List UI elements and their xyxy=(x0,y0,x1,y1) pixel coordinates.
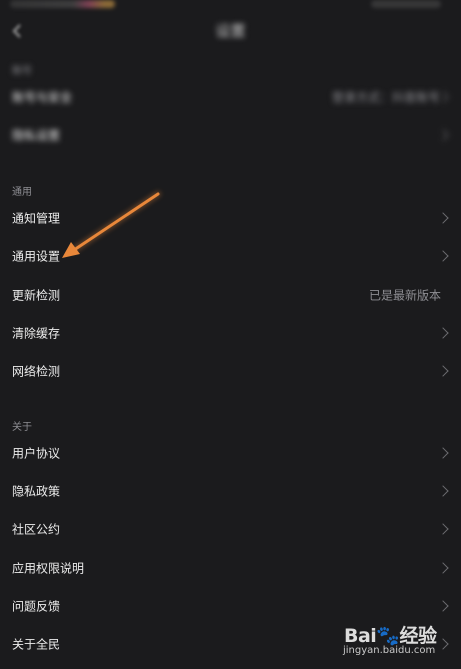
chevron-right-icon xyxy=(437,250,449,262)
row-label: 应用权限说明 xyxy=(12,561,85,576)
row-clear-cache[interactable]: 清除缓存 xyxy=(0,314,461,352)
nav-bar: 设置 xyxy=(0,14,461,48)
row-value: 已是最新版本 xyxy=(368,288,441,303)
row-label: 清除缓存 xyxy=(12,326,61,341)
row-label: 账号与安全 xyxy=(12,90,73,105)
row-general-settings[interactable]: 通用设置 xyxy=(0,237,461,275)
row-user-agreement[interactable]: 用户协议 xyxy=(0,434,461,472)
chevron-right-icon xyxy=(437,485,449,497)
chevron-right-icon xyxy=(437,523,449,535)
row-notification-management[interactable]: 通知管理 xyxy=(0,199,461,237)
row-label: 关于全民 xyxy=(12,637,61,652)
status-bar-left xyxy=(10,0,115,8)
chevron-right-icon xyxy=(437,129,449,141)
row-label: 隐私政策 xyxy=(12,484,61,499)
chevron-right-icon xyxy=(437,600,449,612)
chevron-right-icon xyxy=(437,327,449,339)
row-label: 问题反馈 xyxy=(12,599,61,614)
chevron-right-icon xyxy=(437,365,449,377)
section-label-about: 关于 xyxy=(12,422,32,433)
page-title: 设置 xyxy=(215,22,246,40)
row-label: 通用设置 xyxy=(12,249,61,264)
row-privacy-policy[interactable]: 隐私政策 xyxy=(0,472,461,510)
status-bar-right xyxy=(371,0,441,8)
row-network-check[interactable]: 网络检测 xyxy=(0,352,461,390)
section-label-account: 账号 xyxy=(12,66,32,77)
row-label: 用户协议 xyxy=(12,446,61,461)
row-label: 隐私设置 xyxy=(12,128,61,143)
baidu-jingyan-logo: Bai🐾经验 xyxy=(344,625,437,647)
status-bar xyxy=(0,0,461,14)
row-app-permissions[interactable]: 应用权限说明 xyxy=(0,549,461,587)
row-account-security[interactable]: 账号与安全 登录方式：抖音账号 xyxy=(0,78,461,116)
row-feedback[interactable]: 问题反馈 xyxy=(0,587,461,625)
row-label: 社区公约 xyxy=(12,522,61,537)
row-value: 登录方式：抖音账号 xyxy=(331,90,440,105)
chevron-right-icon xyxy=(437,562,449,574)
chevron-right-icon xyxy=(437,447,449,459)
watermark-url: jingyan.baidu.com xyxy=(343,645,436,656)
row-update-check[interactable]: 更新检测 已是最新版本 xyxy=(0,276,461,314)
chevron-right-icon xyxy=(437,212,449,224)
chevron-right-icon xyxy=(437,638,449,650)
row-label: 网络检测 xyxy=(12,364,61,379)
row-label: 更新检测 xyxy=(12,288,61,303)
row-label: 通知管理 xyxy=(12,211,61,226)
row-community-guidelines[interactable]: 社区公约 xyxy=(0,510,461,548)
section-label-general: 通用 xyxy=(12,187,32,198)
row-privacy-settings[interactable]: 隐私设置 xyxy=(0,116,461,154)
